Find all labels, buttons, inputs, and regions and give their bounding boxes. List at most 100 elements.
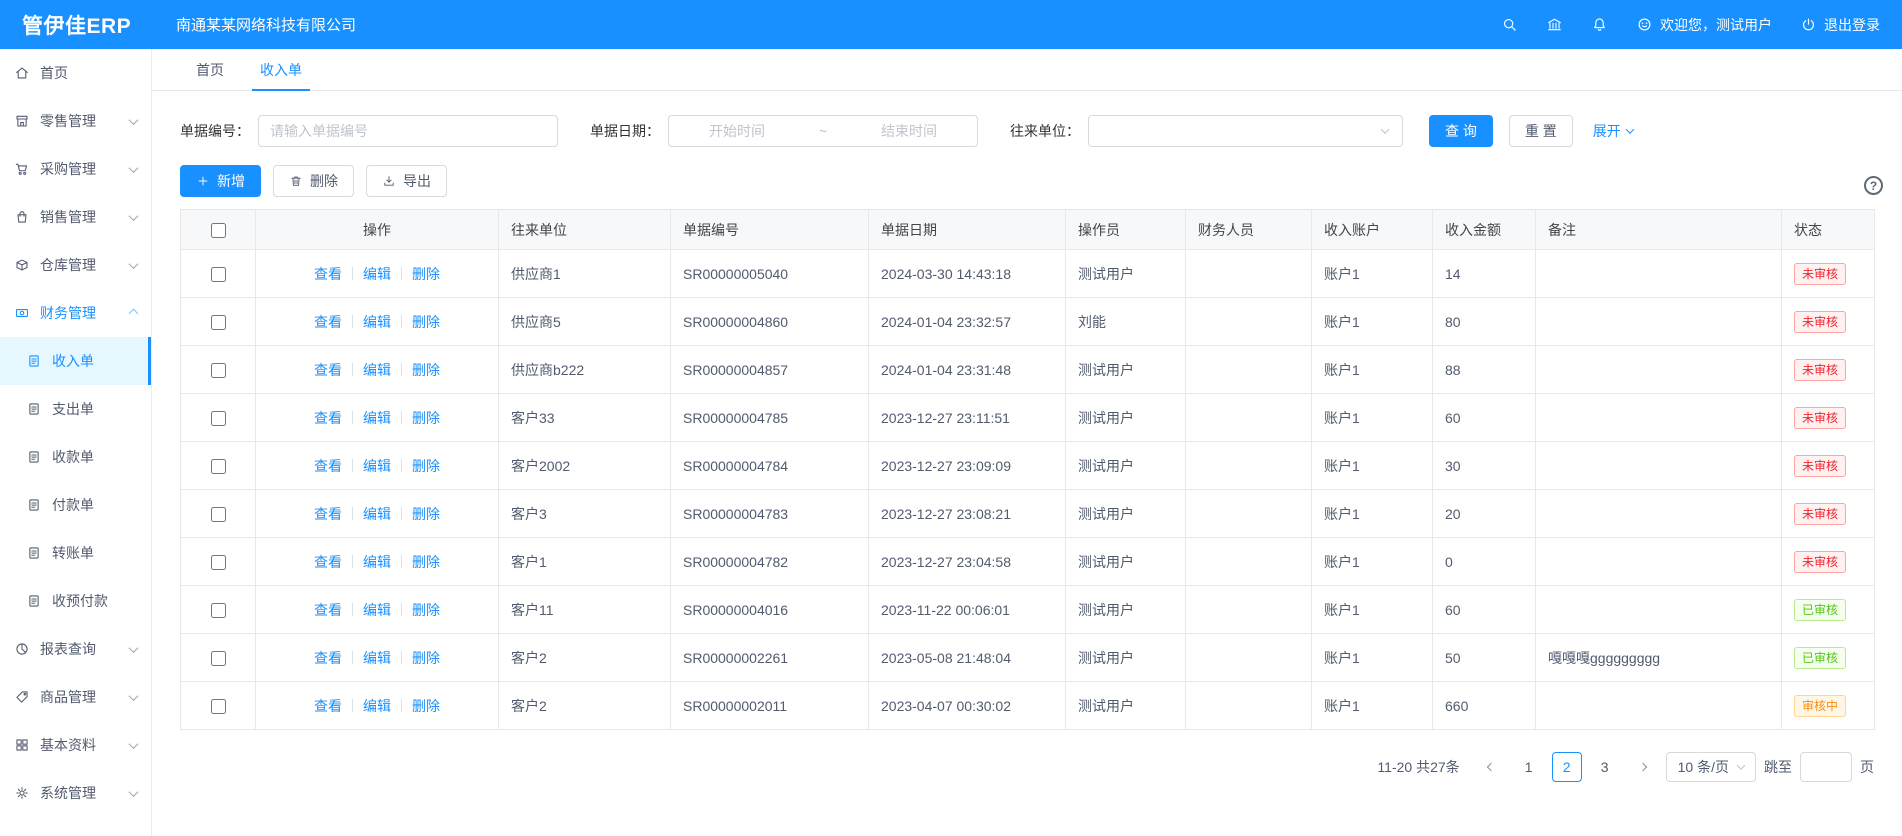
cell-bill-date: 2023-12-27 23:08:21 [869,490,1066,538]
toolbar: 新增 删除 导出 [180,165,1874,197]
row-checkbox[interactable] [211,555,226,570]
cell-bill-date: 2023-12-27 23:04:58 [869,538,1066,586]
delete-link[interactable]: 删除 [412,408,440,428]
edit-link[interactable]: 编辑 [363,408,391,428]
edit-link[interactable]: 编辑 [363,696,391,716]
building-icon[interactable] [1546,16,1563,33]
row-checkbox[interactable] [211,411,226,426]
logout-button[interactable]: 退出登录 [1800,15,1880,35]
row-checkbox[interactable] [211,507,226,522]
sidebar-item-finance[interactable]: 财务管理 [0,289,151,337]
expand-link[interactable]: 展开 [1593,121,1633,141]
row-checkbox[interactable] [211,603,226,618]
delete-link[interactable]: 删除 [412,456,440,476]
delete-link[interactable]: 删除 [412,312,440,332]
sidebar-item-retail[interactable]: 零售管理 [0,97,151,145]
sidebar-item-home[interactable]: 首页 [0,49,151,97]
date-range-picker[interactable]: ~ [668,115,978,147]
help-icon[interactable]: ? [1864,176,1883,195]
sidebar-item-advance-payment[interactable]: 收预付款 [0,577,151,625]
edit-link[interactable]: 编辑 [363,648,391,668]
trash-icon [289,174,303,188]
date-start-input[interactable] [679,123,795,139]
view-link[interactable]: 查看 [314,648,342,668]
next-page-button[interactable] [1628,752,1658,782]
sidebar-item-label: 零售管理 [40,111,120,131]
delete-link[interactable]: 删除 [412,600,440,620]
view-link[interactable]: 查看 [314,456,342,476]
delete-link[interactable]: 删除 [412,360,440,380]
view-link[interactable]: 查看 [314,696,342,716]
row-checkbox[interactable] [211,267,226,282]
page-size-select[interactable]: 10 条/页 [1666,752,1756,782]
bell-icon[interactable] [1591,16,1608,33]
bill-no-input[interactable] [258,115,558,147]
edit-link[interactable]: 编辑 [363,264,391,284]
row-checkbox[interactable] [211,699,226,714]
sidebar-item-base-data[interactable]: 基本资料 [0,721,151,769]
page-button-1[interactable]: 1 [1514,752,1544,782]
sidebar-item-system[interactable]: 系统管理 [0,769,151,817]
delete-link[interactable]: 删除 [412,696,440,716]
delete-link[interactable]: 删除 [412,552,440,572]
sidebar-item-reports[interactable]: 报表查询 [0,625,151,673]
sidebar-item-transfer-bill[interactable]: 转账单 [0,529,151,577]
delete-link[interactable]: 删除 [412,504,440,524]
sidebar-item-sales[interactable]: 销售管理 [0,193,151,241]
row-checkbox[interactable] [211,363,226,378]
row-checkbox[interactable] [211,651,226,666]
storefront-icon [14,113,30,129]
home-icon [14,65,30,81]
sidebar-item-payment-bill[interactable]: 付款单 [0,481,151,529]
sidebar-item-purchase[interactable]: 采购管理 [0,145,151,193]
page-size-label: 10 条/页 [1678,757,1729,777]
delete-link[interactable]: 删除 [412,264,440,284]
search-icon[interactable] [1501,16,1518,33]
row-checkbox[interactable] [211,315,226,330]
welcome-user[interactable]: 欢迎您，测试用户 [1636,15,1772,35]
reset-button[interactable]: 重 置 [1509,115,1573,147]
prev-page-button[interactable] [1476,752,1506,782]
edit-link[interactable]: 编辑 [363,552,391,572]
cell-bill-no: SR00000004782 [671,538,869,586]
chevron-right-icon [1638,763,1646,771]
tab-home[interactable]: 首页 [178,49,242,90]
view-link[interactable]: 查看 [314,504,342,524]
sidebar-item-receipt-bill[interactable]: 收款单 [0,433,151,481]
page-button-3[interactable]: 3 [1590,752,1620,782]
partner-select[interactable] [1088,115,1403,147]
edit-link[interactable]: 编辑 [363,600,391,620]
select-all-checkbox[interactable] [211,223,226,238]
cell-operator: 测试用户 [1066,682,1186,730]
add-button[interactable]: 新增 [180,165,261,197]
jump-page-input[interactable] [1800,752,1852,782]
sidebar-item-warehouse[interactable]: 仓库管理 [0,241,151,289]
edit-link[interactable]: 编辑 [363,456,391,476]
view-link[interactable]: 查看 [314,408,342,428]
row-checkbox[interactable] [211,459,226,474]
view-link[interactable]: 查看 [314,312,342,332]
export-button[interactable]: 导出 [366,165,447,197]
edit-link[interactable]: 编辑 [363,312,391,332]
cell-finance-staff [1186,442,1312,490]
view-link[interactable]: 查看 [314,264,342,284]
view-link[interactable]: 查看 [314,600,342,620]
cell-operator: 测试用户 [1066,394,1186,442]
delete-link[interactable]: 删除 [412,648,440,668]
tab-income-bill[interactable]: 收入单 [242,49,320,90]
delete-button[interactable]: 删除 [273,165,354,197]
edit-link[interactable]: 编辑 [363,504,391,524]
cell-status: 未审核 [1782,298,1875,346]
search-button[interactable]: 查 询 [1429,115,1493,147]
page-button-2-current[interactable]: 2 [1552,752,1582,782]
date-end-input[interactable] [851,123,967,139]
view-link[interactable]: 查看 [314,360,342,380]
sidebar-item-goods[interactable]: 商品管理 [0,673,151,721]
sidebar-item-label: 基本资料 [40,735,120,755]
sidebar-item-income-bill[interactable]: 收入单 [0,337,151,385]
divider [352,699,353,712]
sidebar-item-expense-bill[interactable]: 支出单 [0,385,151,433]
view-link[interactable]: 查看 [314,552,342,572]
cell-amount: 60 [1433,586,1536,634]
edit-link[interactable]: 编辑 [363,360,391,380]
